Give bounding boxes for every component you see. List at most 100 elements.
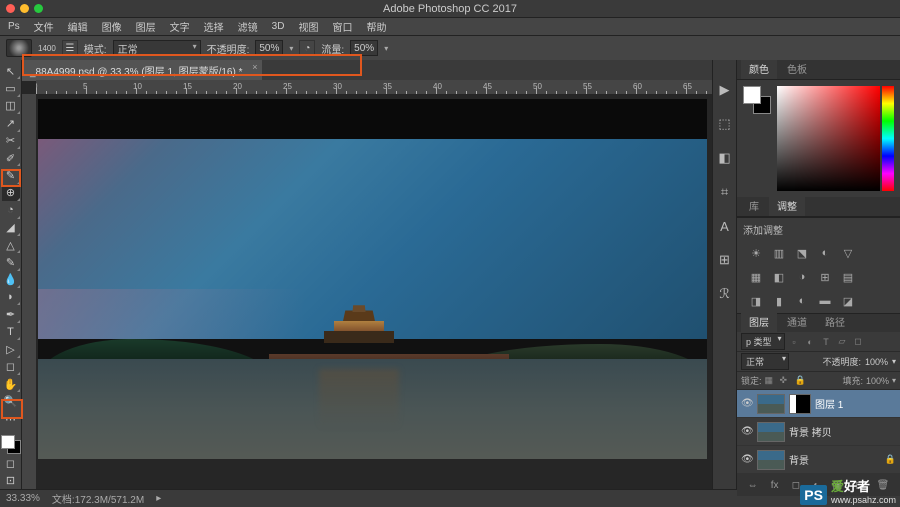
adj-hue-icon[interactable]: ▦ (747, 269, 765, 285)
menu-layer[interactable]: 图层 (136, 19, 156, 34)
tab-paths[interactable]: 路径 (817, 311, 853, 332)
menu-view[interactable]: 视图 (298, 19, 318, 34)
layer-row[interactable]: 👁 图层 1 (737, 390, 900, 418)
adj-vibrance-icon[interactable]: ▽ (839, 245, 857, 261)
brush-size[interactable]: 1400 (38, 44, 56, 53)
tool-lasso[interactable]: ◫ (2, 98, 20, 114)
adj-curves-icon[interactable]: ⬔ (793, 245, 811, 261)
adj-posterize-icon[interactable]: ▮ (770, 293, 788, 309)
foreground-background-colors[interactable] (1, 435, 21, 454)
adj-gradient-map-icon[interactable]: ▬ (816, 293, 834, 309)
adj-levels-icon[interactable]: ▥ (770, 245, 788, 261)
tool-edit-toolbar[interactable]: ⋯ (2, 411, 20, 427)
color-field[interactable] (777, 86, 880, 191)
layer-name[interactable]: 图层 1 (815, 396, 843, 411)
tool-history-brush[interactable]: ◢ (2, 220, 20, 236)
panel-icon-properties[interactable]: ◧ (717, 150, 733, 166)
tool-type[interactable]: T (2, 324, 20, 340)
adj-lookup-icon[interactable]: ▤ (839, 269, 857, 285)
filter-adjust-icon[interactable]: ◐ (804, 335, 817, 348)
adj-bw-icon[interactable]: ◧ (770, 269, 788, 285)
tab-libraries[interactable]: 库 (741, 195, 767, 216)
filter-shape-icon[interactable]: ▱ (836, 335, 849, 348)
lock-position-icon[interactable]: ✜ (780, 375, 792, 386)
panel-icon-character[interactable]: A (717, 218, 733, 234)
layer-opacity-value[interactable]: 100% (865, 357, 888, 367)
menu-filter[interactable]: 滤镜 (238, 19, 258, 34)
tool-brush[interactable]: ⊕ (2, 185, 20, 201)
layer-visibility-icon[interactable]: 👁 (741, 454, 753, 465)
tool-shape[interactable]: ◻ (2, 359, 20, 375)
adj-photo-filter-icon[interactable]: ◑ (793, 269, 811, 285)
tool-blur[interactable]: 💧 (2, 272, 20, 288)
adj-brightness-icon[interactable]: ☀ (747, 245, 765, 261)
menu-file[interactable]: 文件 (34, 19, 54, 34)
layer-visibility-icon[interactable]: 👁 (741, 426, 753, 437)
layer-thumbnail[interactable] (757, 394, 785, 414)
status-arrow-icon[interactable]: ▸ (156, 493, 161, 504)
tool-marquee[interactable]: ▭ (2, 80, 20, 96)
tool-eyedropper[interactable]: ✐ (2, 150, 20, 166)
tool-healing[interactable]: ✎ (2, 167, 20, 183)
close-tab-icon[interactable]: × (252, 62, 257, 72)
tool-eraser[interactable]: △ (2, 237, 20, 253)
flow-input[interactable]: 50% (350, 40, 378, 56)
menu-3d[interactable]: 3D (272, 21, 285, 32)
menu-select[interactable]: 选择 (204, 19, 224, 34)
tab-swatches[interactable]: 色板 (779, 58, 815, 79)
tool-pen[interactable]: ✒ (2, 306, 20, 322)
link-layers-icon[interactable]: ⇔ (748, 480, 758, 491)
tool-move[interactable]: ↖ (2, 63, 20, 79)
layer-thumbnail[interactable] (757, 450, 785, 470)
zoom-level[interactable]: 33.33% (6, 493, 40, 504)
opacity-input[interactable]: 50% (255, 40, 283, 56)
canvas[interactable] (36, 94, 712, 489)
tab-adjustments[interactable]: 调整 (769, 195, 805, 216)
tool-dodge[interactable]: ◗ (2, 289, 20, 305)
menu-help[interactable]: 帮助 (366, 19, 386, 34)
panel-fg-bg-colors[interactable] (743, 86, 771, 114)
layer-fx-icon[interactable]: fx (771, 480, 779, 491)
layer-name[interactable]: 背景 拷贝 (789, 424, 832, 439)
tool-hand[interactable]: ✋ (2, 376, 20, 392)
blend-mode-select[interactable]: 正常 (113, 40, 201, 56)
add-mask-icon[interactable]: ◻ (792, 480, 800, 491)
filter-pixel-icon[interactable]: ▫ (788, 335, 801, 348)
layer-thumbnail[interactable] (757, 422, 785, 442)
tab-layers[interactable]: 图层 (741, 311, 777, 332)
ruler-vertical[interactable] (22, 94, 36, 489)
tab-channels[interactable]: 通道 (779, 311, 815, 332)
filter-type-icon[interactable]: T (820, 335, 833, 348)
tool-path-select[interactable]: ▷ (2, 341, 20, 357)
pressure-opacity-icon[interactable]: ◔ (299, 40, 315, 56)
layer-name[interactable]: 背景 (789, 452, 809, 467)
panel-icon-libraries[interactable]: ℛ (717, 286, 733, 302)
document-tab[interactable]: _88A4999.psd @ 33.3% (图层 1, 图层蒙版/16) * × (22, 60, 262, 81)
flow-dropdown-icon[interactable]: ▾ (384, 44, 388, 53)
lock-all-icon[interactable]: 🔒 (795, 375, 807, 386)
tool-stamp[interactable]: ◔ (2, 202, 20, 218)
fill-value[interactable]: 100% (866, 376, 889, 386)
document-size[interactable]: 文档:172.3M/571.2M (52, 491, 144, 506)
tool-screenmode[interactable]: ⊡ (2, 473, 20, 489)
menu-ps[interactable]: Ps (8, 21, 20, 32)
adj-threshold-icon[interactable]: ◐ (793, 293, 811, 309)
layer-visibility-icon[interactable]: 👁 (741, 398, 753, 409)
tab-color[interactable]: 颜色 (741, 58, 777, 79)
adj-exposure-icon[interactable]: ◐ (816, 245, 834, 261)
filter-smart-icon[interactable]: ◻ (852, 335, 865, 348)
tool-zoom[interactable]: 🔍 (2, 393, 20, 409)
menu-image[interactable]: 图像 (102, 19, 122, 34)
brush-preset-picker[interactable] (6, 39, 32, 57)
menu-edit[interactable]: 编辑 (68, 19, 88, 34)
layer-filter-type[interactable]: p 类型 (741, 333, 785, 350)
menu-window[interactable]: 窗口 (332, 19, 352, 34)
hue-slider[interactable] (882, 86, 894, 191)
tool-crop[interactable]: ✂ (2, 133, 20, 149)
opacity-dropdown-icon[interactable]: ▾ (289, 44, 293, 53)
tool-quick-select[interactable]: ↗ (2, 115, 20, 131)
adj-selective-color-icon[interactable]: ◪ (839, 293, 857, 309)
tool-gradient[interactable]: ✎ (2, 254, 20, 270)
layer-row[interactable]: 👁 背景 🔒 (737, 446, 900, 474)
panel-icon-actions[interactable]: ⬚ (717, 116, 733, 132)
